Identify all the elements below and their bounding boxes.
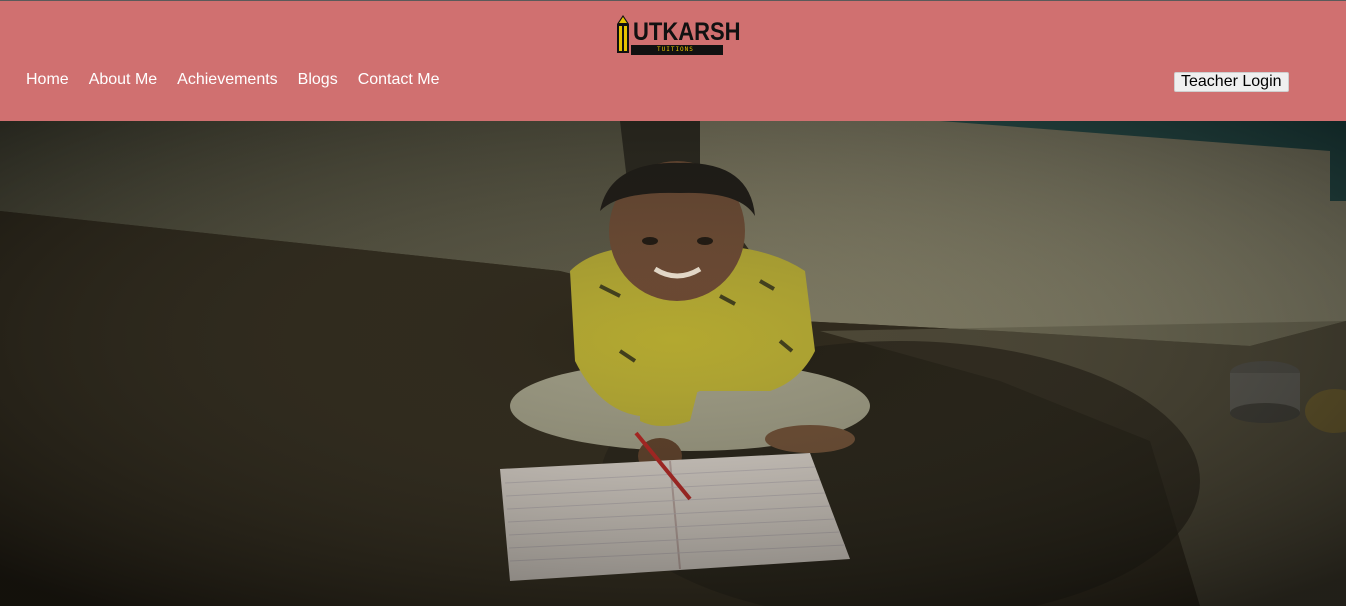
nav-blogs[interactable]: Blogs [298, 71, 338, 89]
teacher-login-button[interactable]: Teacher Login [1174, 72, 1289, 92]
pencil-icon [617, 15, 629, 53]
hero-image [0, 121, 1346, 606]
site-header: UTKARSH TUITIONS Home About Me Achieveme… [0, 0, 1346, 121]
nav-home[interactable]: Home [26, 71, 69, 89]
nav-achievements[interactable]: Achievements [177, 71, 278, 89]
nav-about-me[interactable]: About Me [89, 71, 157, 89]
main-nav: Home About Me Achievements Blogs Contact… [26, 71, 440, 89]
nav-contact-me[interactable]: Contact Me [358, 71, 440, 89]
brand-name: UTKARSH [633, 17, 741, 46]
brand-logo[interactable]: UTKARSH TUITIONS [615, 15, 741, 57]
hero-photo [0, 121, 1346, 606]
brand-tagline: TUITIONS [657, 46, 694, 53]
